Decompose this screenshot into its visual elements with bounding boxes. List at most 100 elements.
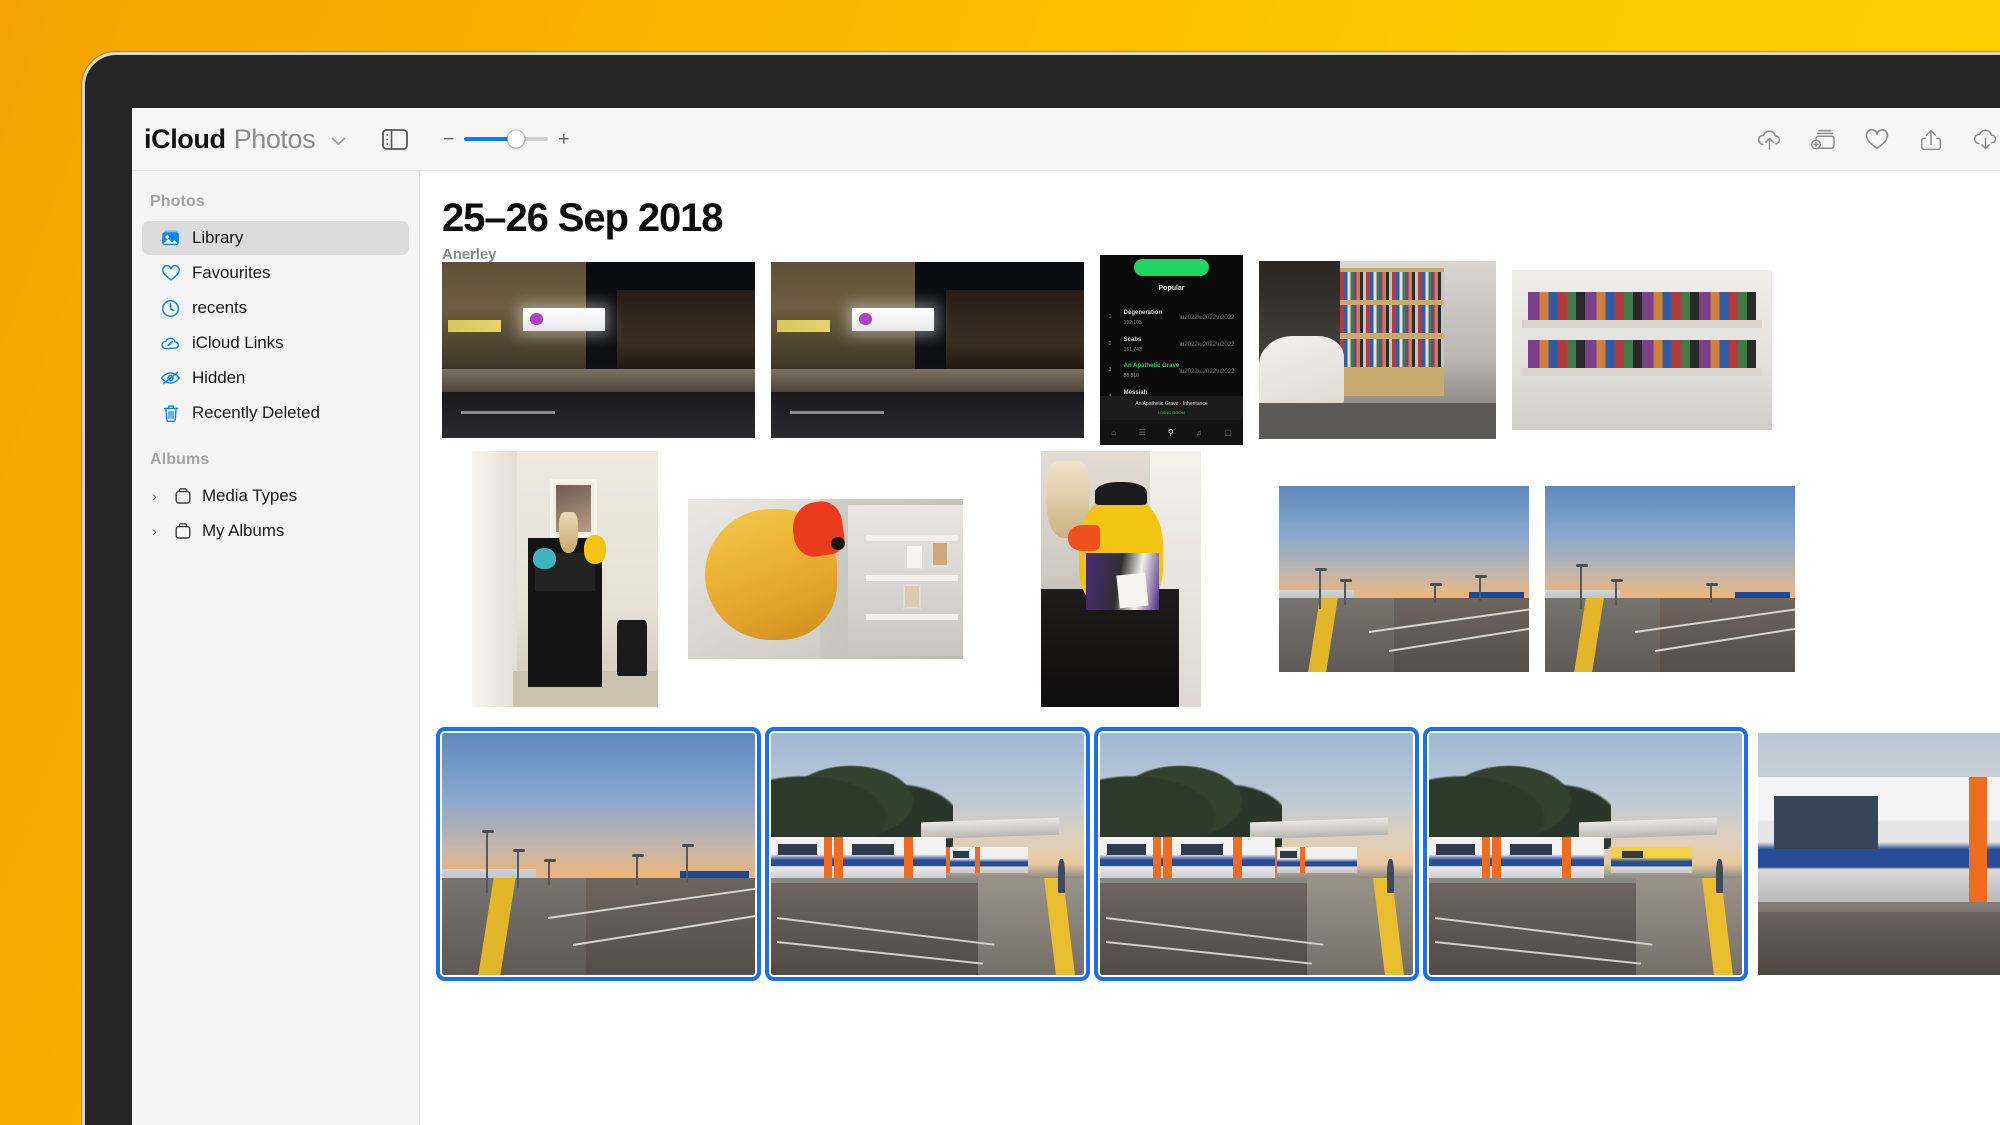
sidebar-item-label: Media Types [202,486,297,505]
library-icon [160,228,181,249]
sidebar-item-library[interactable]: Library [142,221,409,255]
spotify-screenshot-art: Popular 1 Degeneration 192,105 \u2022\u2… [1100,255,1243,445]
sidebar-section-albums-title: Albums [150,451,210,468]
train-closeup-art [1758,733,2000,975]
photo-image [1259,261,1496,439]
photo-grid-pane: 25–26 Sep 2018 Anerley 4 selected [420,171,2000,1125]
photo-thumbnail-train-closeup[interactable] [1758,733,2000,975]
spotify-now-playing-bar: An Apathetic Grave · Inheritance LIVING … [1100,395,1243,421]
sidebar-item-media-types[interactable]: › Media Types [142,479,409,513]
chevron-right-icon[interactable]: › [146,524,163,538]
heart-icon [160,263,181,284]
duck-in-hand-art [688,499,963,659]
photo-image [1100,733,1413,975]
photo-image [1545,486,1795,672]
photo-thumbnail-overground-train-3[interactable] [1423,727,1748,981]
sidebar-section-photos-title: Photos [150,193,205,210]
photo-image [771,733,1084,975]
photo-thumbnail-wall-shelves-books[interactable] [1512,270,1772,430]
platform-sunset-art [442,733,755,975]
sidebar-item-recently-deleted[interactable]: Recently Deleted [142,396,409,430]
spotify-track: 2 Scabs 161,743 \u2022\u2022\u2022 [1108,336,1235,353]
upload-to-icloud-icon[interactable] [1754,125,1784,155]
spotify-track: 3 An Apathetic Grave 88,510 \u2022\u2022… [1108,363,1235,380]
photo-image [1279,486,1529,672]
overground-train-art [1429,733,1742,975]
zoom-slider-track[interactable] [464,130,549,148]
app-title[interactable]: iCloud Photos [144,124,346,155]
trash-icon [160,403,181,424]
photo-image [1512,270,1772,430]
sidebar-item-label: My Albums [202,521,285,540]
app-body: Photos Library Favourites recents iCloud… [132,171,2000,1125]
thumbnail-zoom-slider[interactable]: − + [442,130,570,149]
overground-train-art [771,733,1084,975]
photo-row-selected [436,727,2000,981]
photo-thumbnail-overground-train-2[interactable] [1094,727,1419,981]
photo-thumbnail-bookshelf-room[interactable] [1259,261,1496,439]
app-title-soft: Photos [233,123,316,154]
photo-thumbnail-suffragette-duck[interactable] [1041,451,1201,707]
chevron-down-icon[interactable] [331,132,346,149]
sidebar-item-label: Library [192,228,244,247]
photo-image [1041,451,1201,707]
chevron-right-icon[interactable]: › [146,489,163,503]
folder-icon [172,521,193,542]
overground-train-art [1100,733,1413,975]
photo-thumbnail-night-street-camile[interactable] [442,262,755,438]
add-to-album-icon[interactable] [1808,125,1838,155]
photo-thumbnail-yellow-duck-in-hand[interactable] [688,499,963,659]
sidebar: Photos Library Favourites recents iCloud… [132,171,420,1125]
photo-image: Popular 1 Degeneration 192,105 \u2022\u2… [1100,255,1243,445]
toolbar-left-group: iCloud Photos − + [132,124,570,155]
photo-image [442,733,755,975]
photo-image [688,499,963,659]
sidebar-item-label: iCloud Links [192,333,284,352]
sidebar-item-my-albums[interactable]: › My Albums [142,514,409,548]
photos-app-window: iCloud Photos − + Photos Library Favouri… [132,108,2000,1125]
sidebar-item-label: Hidden [192,368,246,387]
zoom-in-label[interactable]: + [557,130,570,149]
spotify-tab-bar: ⌂ ☰ ⚲ ♫ ▢ [1100,420,1243,445]
spotify-play-pill [1134,258,1209,276]
toolbar-actions [1754,108,2000,171]
sidebar-item-recents[interactable]: recents [142,291,409,325]
photo-thumbnail-platform-sunset-selected[interactable] [436,727,761,981]
clock-icon [160,298,181,319]
favourite-heart-icon[interactable] [1862,125,1892,155]
desktop-backdrop: iCloud Photos − + Photos Library Favouri… [0,0,2000,1125]
sidebar-item-icloud-links[interactable]: iCloud Links [142,326,409,360]
app-title-strong: iCloud [144,123,226,154]
platform-sunset-art [1545,486,1795,672]
share-icon[interactable] [1916,125,1946,155]
app-toolbar: iCloud Photos − + [132,108,2000,171]
photo-thumbnail-overground-train-1[interactable] [765,727,1090,981]
bathroom-shelf-art [472,451,658,707]
zoom-slider-knob[interactable] [507,130,525,148]
bookshelf-art [1259,261,1496,439]
sidebar-item-label: recents [192,298,248,317]
photo-row [442,451,1795,707]
spotify-section-title: Popular [1158,285,1185,293]
photo-thumbnail-night-street-halfords[interactable] [771,262,1084,438]
photo-thumbnail-spotify-screenshot[interactable]: Popular 1 Degeneration 192,105 \u2022\u2… [1100,255,1243,445]
photo-image [1758,733,2000,975]
sidebar-item-hidden[interactable]: Hidden [142,361,409,395]
spotify-track: 1 Degeneration 192,105 \u2022\u2022\u202… [1108,310,1235,327]
sidebar-item-favourites[interactable]: Favourites [142,256,409,290]
zoom-out-label[interactable]: − [442,130,455,149]
photo-thumbnail-bathroom-shelf-ducks[interactable] [472,451,658,707]
wall-shelf-art [1512,270,1772,430]
cloud-link-icon [160,333,181,354]
download-from-icloud-icon[interactable] [1970,125,2000,155]
sidebar-toggle-icon[interactable] [380,127,410,151]
page-title: 25–26 Sep 2018 [442,196,724,240]
photo-thumbnail-platform-sunset-2[interactable] [1545,486,1795,672]
photo-image [1429,733,1742,975]
platform-sunset-art [1279,486,1529,672]
suffragette-duck-art [1041,451,1201,707]
sidebar-item-label: Favourites [192,263,271,282]
photo-row: Popular 1 Degeneration 192,105 \u2022\u2… [442,255,1772,445]
photo-thumbnail-platform-sunset[interactable] [1279,486,1529,672]
folder-icon [172,486,193,507]
